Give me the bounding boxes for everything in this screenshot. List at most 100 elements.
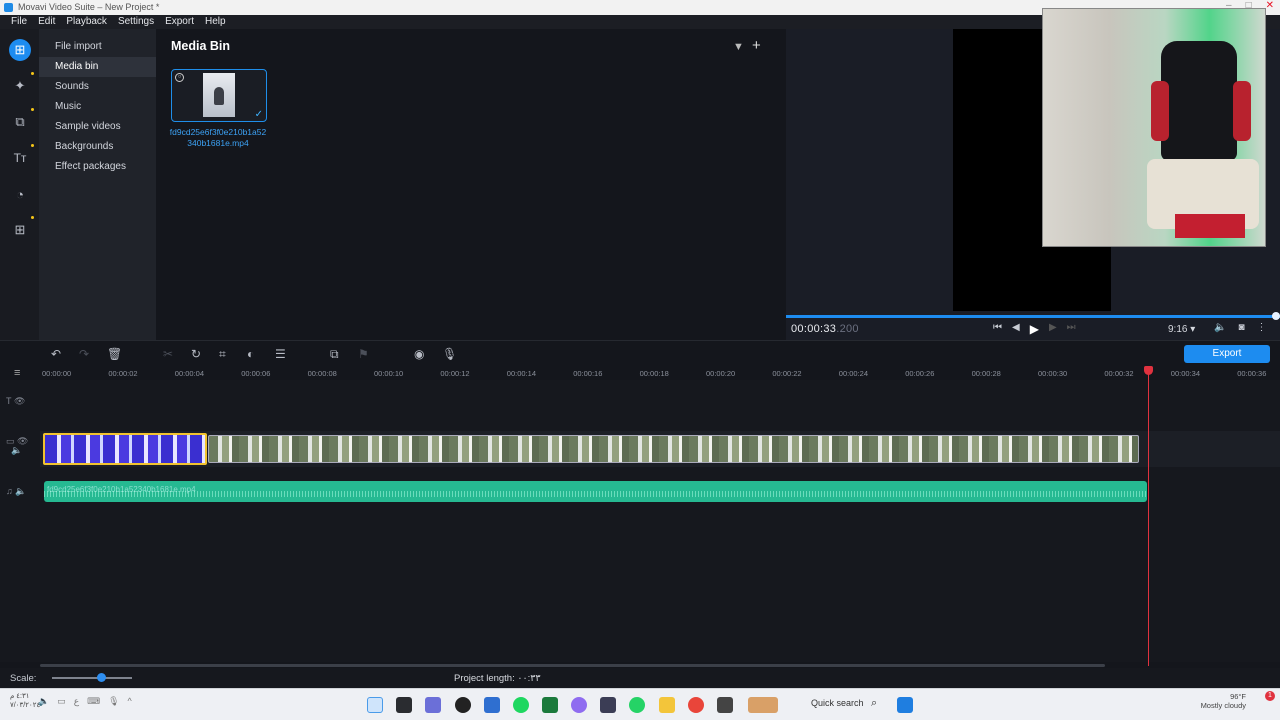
timeline-ruler[interactable]: 00:00:00 00:00:02 00:00:04 00:00:06 00:00:08… xyxy=(42,366,1280,380)
app-taskbar-icon[interactable] xyxy=(425,697,441,713)
sidebar-item-backgrounds[interactable]: Backgrounds xyxy=(39,137,156,157)
intro-video-clip[interactable] xyxy=(43,433,207,465)
more-options-icon[interactable]: ⋮ xyxy=(1257,322,1267,333)
sidebar-item-media-bin[interactable]: Media bin xyxy=(39,57,156,77)
app-green-icon[interactable] xyxy=(542,697,558,713)
snapshot-icon[interactable]: ◙ xyxy=(1238,322,1244,333)
ruler-tick-label: 00:00:12 xyxy=(440,369,470,378)
windows-start-icon[interactable] xyxy=(897,697,913,713)
movavi-taskbar-icon[interactable] xyxy=(367,697,383,713)
playhead[interactable] xyxy=(1144,366,1153,666)
shield-icon[interactable] xyxy=(484,697,500,713)
search-icon[interactable]: ⌕ xyxy=(871,697,877,710)
marker-icon[interactable]: ⚑ xyxy=(358,347,369,361)
chrome-icon[interactable] xyxy=(688,697,704,713)
track-menu-icon[interactable]: ≡ xyxy=(14,367,20,379)
transitions-icon[interactable]: ⧉ xyxy=(8,111,32,133)
add-icon[interactable]: + xyxy=(752,37,761,54)
ruler-tick-label: 00:00:02 xyxy=(108,369,138,378)
rotate-icon[interactable]: ↻ xyxy=(191,347,201,361)
import-icon[interactable]: ⊞ xyxy=(9,39,31,61)
step-back-icon[interactable]: ◀ xyxy=(1012,322,1020,336)
media-thumbnail[interactable]: ○ ✓ xyxy=(171,69,267,122)
chevron-up-icon[interactable]: ^ xyxy=(128,696,132,707)
browser-taskbar-icon[interactable] xyxy=(455,697,471,713)
notification-badge[interactable]: 1 xyxy=(1265,691,1275,701)
media-file-name[interactable]: fd9cd25e6f3f0e210b1a52340b1681e.mp4 xyxy=(168,127,268,149)
play-icon[interactable]: ▶ xyxy=(1030,322,1039,336)
sidebar-item-sample-videos[interactable]: Sample videos xyxy=(39,117,156,137)
record-audio-icon[interactable]: 🎙 xyxy=(442,347,457,361)
audio-clip-label: fd9cd25e6f3f0e210b1a52340b1681e.mp4 xyxy=(47,485,196,494)
sidebar-item-sounds[interactable]: Sounds xyxy=(39,77,156,97)
chat-app-icon[interactable] xyxy=(571,697,587,713)
menu-help[interactable]: Help xyxy=(205,15,226,29)
more-tools-icon[interactable]: ⊞ xyxy=(8,219,32,241)
keyboard-tray-icon[interactable]: ⌨ xyxy=(87,696,100,707)
scale-slider-knob[interactable] xyxy=(97,673,106,682)
app-dark-icon[interactable] xyxy=(600,697,616,713)
audio-clip[interactable] xyxy=(44,481,1147,502)
delete-icon[interactable]: 🗑 xyxy=(107,347,122,361)
timeline-scrollbar[interactable] xyxy=(40,664,1105,667)
sidebar-item-effect-packages[interactable]: Effect packages xyxy=(39,157,156,177)
spotify-icon[interactable] xyxy=(513,697,529,713)
menu-playback[interactable]: Playback xyxy=(66,15,107,29)
skip-start-icon[interactable]: ⏮ xyxy=(993,322,1002,336)
clip-properties-icon[interactable]: ☰ xyxy=(275,347,286,361)
app-taskbar-icon[interactable] xyxy=(717,697,733,713)
titles-icon[interactable]: Tт xyxy=(8,147,32,169)
export-button[interactable]: Export xyxy=(1184,345,1270,363)
timeline-toolbar: ↶ ↷ 🗑 ✂ ↻ ⌗ ◐ ☰ ⧉ ⚑ ◉ 🎙 xyxy=(0,340,1280,366)
preview-seek-bar[interactable] xyxy=(786,312,1280,320)
overlay-icon[interactable]: ⧉ xyxy=(330,347,339,362)
taskbar-clock[interactable]: ٤:٣١ م ٧/٠٣/٢٠٢٤ xyxy=(10,692,40,710)
scale-slider[interactable] xyxy=(52,677,132,679)
seek-knob[interactable] xyxy=(1272,312,1280,320)
ruler-tick-label: 00:00:36 xyxy=(1237,369,1267,378)
close-button[interactable]: ✕ xyxy=(1266,0,1274,15)
filter-icon[interactable]: ▼ xyxy=(733,41,744,53)
redo-icon[interactable]: ↷ xyxy=(79,347,89,361)
taskbar-search[interactable]: Quick search xyxy=(811,698,864,708)
sidebar-item-file-import[interactable]: File import xyxy=(39,37,156,57)
network-tray-icon[interactable]: ▭ xyxy=(57,696,66,707)
whatsapp-icon[interactable] xyxy=(629,697,645,713)
volume-tray-icon[interactable]: 🔈 xyxy=(38,696,49,707)
stickers-icon[interactable]: ◔ xyxy=(8,183,32,205)
magic-wand-icon[interactable]: ✦ xyxy=(8,75,32,97)
preview-icon[interactable]: ○ xyxy=(175,73,184,82)
new-badge-dot xyxy=(31,216,34,219)
skip-end-icon[interactable]: ⏭ xyxy=(1067,322,1076,336)
ruler-tick-label: 00:00:14 xyxy=(506,369,536,378)
scale-label: Scale: xyxy=(10,673,37,684)
aspect-ratio-select[interactable]: 9:16 ▾ xyxy=(1168,324,1195,335)
ruler-tick-label: 00:00:34 xyxy=(1170,369,1200,378)
folder-icon[interactable] xyxy=(659,697,675,713)
widget-icon[interactable] xyxy=(748,697,778,713)
cut-icon[interactable]: ✂ xyxy=(163,347,173,361)
color-adjust-icon[interactable]: ◐ xyxy=(247,347,254,361)
new-badge-dot xyxy=(31,108,34,111)
language-tray-icon[interactable]: ع xyxy=(74,696,79,707)
volume-icon[interactable]: 🔈 xyxy=(1214,322,1226,333)
undo-icon[interactable]: ↶ xyxy=(51,347,61,361)
crop-icon[interactable]: ⌗ xyxy=(219,347,226,362)
video-track-controls[interactable]: ▭ 👁 🔈 xyxy=(6,437,28,455)
audio-track-controls[interactable]: ♫ 🔈 xyxy=(6,487,26,496)
title-track-controls[interactable]: T 👁 xyxy=(6,397,25,406)
step-forward-icon[interactable]: ▶ xyxy=(1049,322,1057,336)
record-webcam-icon[interactable]: ◉ xyxy=(414,347,424,361)
thumbnail-image xyxy=(203,73,235,117)
menu-file[interactable]: File xyxy=(11,15,27,29)
menu-export[interactable]: Export xyxy=(165,15,194,29)
weather-widget[interactable]: 96°F Mostly cloudy xyxy=(1196,692,1246,710)
ruler-tick-label: 00:00:06 xyxy=(241,369,271,378)
main-video-clip[interactable] xyxy=(208,435,1139,463)
camera-app-icon[interactable] xyxy=(396,697,412,713)
menu-settings[interactable]: Settings xyxy=(118,15,154,29)
menu-edit[interactable]: Edit xyxy=(38,15,55,29)
sidebar-item-music[interactable]: Music xyxy=(39,97,156,117)
new-badge-dot xyxy=(31,144,34,147)
mic-tray-icon[interactable]: 🎙 xyxy=(108,696,119,707)
